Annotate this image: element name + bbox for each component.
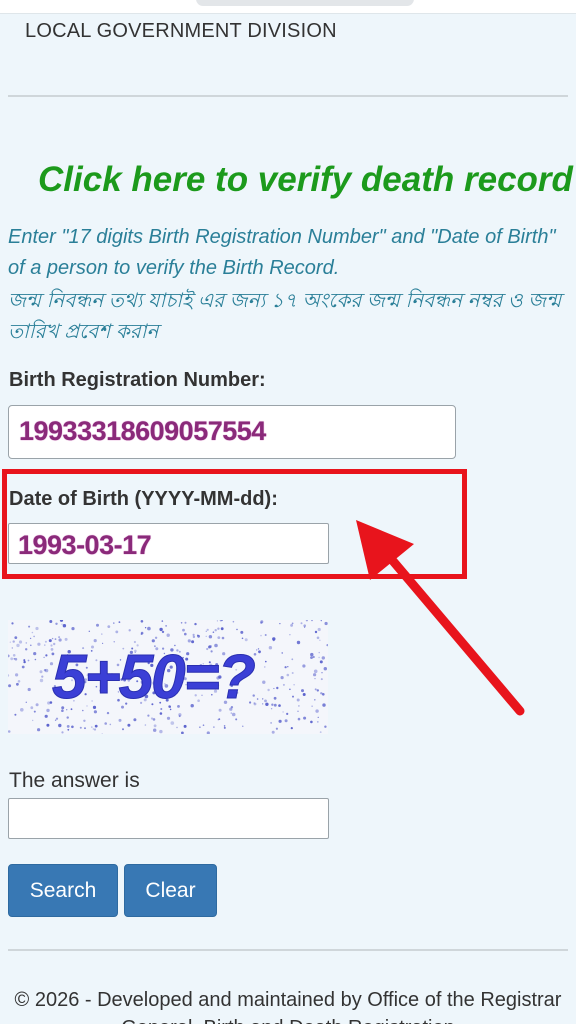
search-button[interactable]: Search <box>8 864 118 917</box>
division-title: LOCAL GOVERNMENT DIVISION <box>25 20 337 42</box>
footer-text: © 2026 - Developed and maintained by Off… <box>14 989 562 1024</box>
answer-input[interactable] <box>8 798 329 839</box>
divider <box>8 95 568 97</box>
instruction-english: Enter "17 digits Birth Registration Numb… <box>8 226 556 279</box>
captcha-image: 5+50=? <box>8 620 328 734</box>
browser-top-bar <box>0 0 576 14</box>
instruction-bangla: জন্ম নিবন্ধন তথ্য যাচাই এর জন্য ১৭ অংকের… <box>8 290 562 343</box>
address-bar[interactable] <box>196 0 414 6</box>
brn-input-value: 19933318609057554 <box>19 416 266 446</box>
clear-button[interactable]: Clear <box>124 864 217 917</box>
verify-death-record-link[interactable]: Click here to verify death record <box>38 160 573 200</box>
red-arrow-annotation <box>356 520 525 716</box>
footer-divider <box>8 949 568 951</box>
brn-label: Birth Registration Number: <box>9 369 266 391</box>
answer-label: The answer is <box>9 769 140 792</box>
captcha-text: 5+50=? <box>52 643 255 712</box>
